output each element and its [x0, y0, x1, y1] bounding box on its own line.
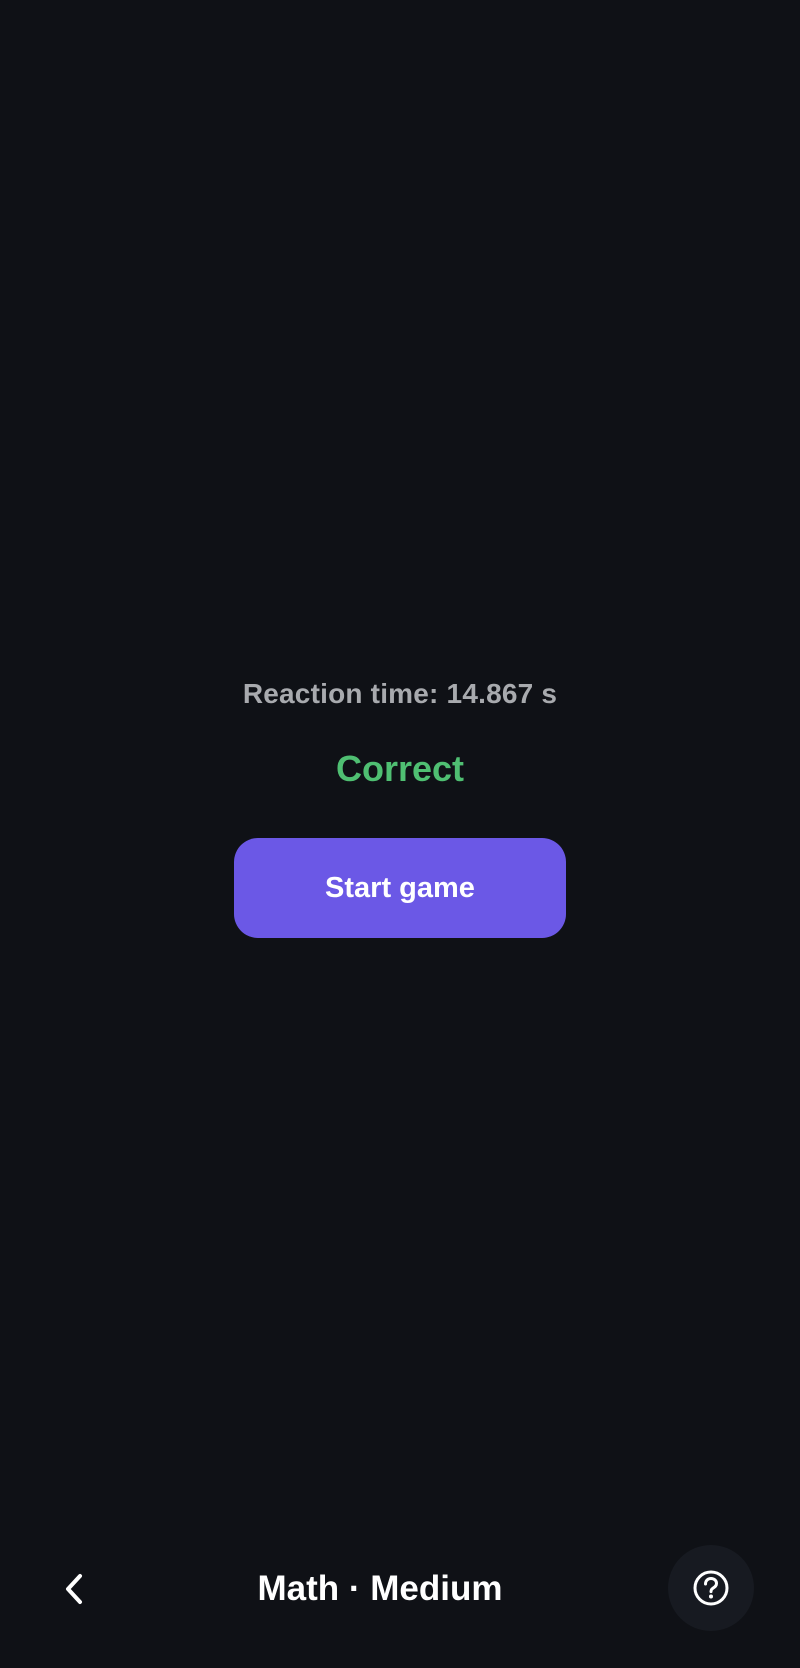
game-screen: Reaction time: 14.867 s Correct Start ga…	[0, 0, 800, 1668]
start-game-button[interactable]: Start game	[234, 838, 566, 938]
chevron-left-icon	[66, 1574, 82, 1604]
game-title: Math · Medium	[257, 1569, 503, 1608]
reaction-time-text: Reaction time: 14.867 s	[242, 678, 558, 709]
help-button[interactable]	[668, 1545, 754, 1631]
bottom-bar: Math · Medium	[0, 1545, 800, 1633]
result-panel: Reaction time: 14.867 s Correct Start ga…	[0, 670, 800, 938]
question-circle-icon	[693, 1570, 729, 1606]
back-button[interactable]	[44, 1559, 104, 1619]
verdict-text: Correct	[335, 748, 465, 789]
